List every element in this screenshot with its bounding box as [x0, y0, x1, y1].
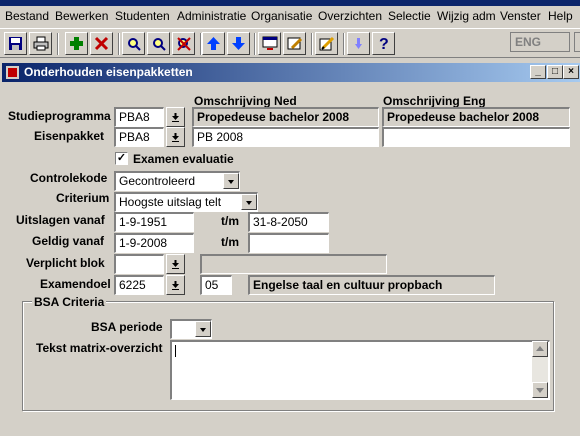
menu-studenten[interactable]: Studenten — [115, 9, 170, 23]
menu-overzichten[interactable]: Overzichten — [318, 9, 382, 23]
controlekode-value: Gecontroleerd — [119, 174, 196, 188]
menu-bestand[interactable]: Bestand — [5, 9, 49, 23]
tekst-matrix-textarea[interactable] — [170, 340, 550, 400]
verplicht-blok-desc-field — [200, 254, 387, 274]
verplicht-blok-lookup-button[interactable] — [166, 254, 185, 274]
arrow-down-bar-icon — [172, 132, 179, 142]
eisenpakket-ned-field[interactable]: PB 2008 — [192, 127, 379, 147]
menu-bar: Bestand Bewerken Studenten Administratie… — [0, 6, 580, 27]
preview-icon[interactable] — [258, 32, 281, 55]
save-icon[interactable] — [4, 32, 27, 55]
window-title: Onderhouden eisenpakketten — [24, 65, 193, 79]
find-icon[interactable] — [122, 32, 145, 55]
help-icon[interactable]: ? — [372, 32, 395, 55]
arrow-down-icon — [536, 388, 544, 393]
bsa-criteria-title: BSA Criteria — [32, 295, 107, 309]
uitslagen-tm-field[interactable]: 31-8-2050 — [248, 212, 329, 232]
chevron-down-icon[interactable] — [195, 321, 211, 337]
toolbar-separator — [311, 33, 313, 55]
window-title-bar: Onderhouden eisenpakketten _ □ × — [2, 63, 580, 82]
toolbar-separator — [57, 33, 59, 55]
toolbar-separator — [254, 33, 256, 55]
examendoel-lookup-button[interactable] — [166, 275, 185, 295]
chevron-down-icon[interactable] — [223, 173, 239, 189]
examendoel-code-field[interactable]: 6225 — [114, 275, 164, 295]
geldig-vanaf-field[interactable]: 1-9-2008 — [114, 233, 194, 253]
toolbar: ? — [0, 28, 580, 58]
header-omschrijving-ned: Omschrijving Ned — [194, 94, 297, 108]
studieprogramma-label: Studieprogramma — [8, 109, 111, 123]
uitslagen-vanaf-label: Uitslagen vanaf — [16, 213, 105, 227]
language-field[interactable]: ENG — [510, 32, 570, 52]
toolbar-separator — [118, 33, 120, 55]
examendoel-desc-field: Engelse taal en cultuur propbach — [248, 275, 495, 295]
studieprogramma-code-field[interactable]: PBA8 — [114, 107, 164, 127]
maximize-button[interactable]: □ — [547, 65, 563, 79]
examen-evaluatie-label: Examen evaluatie — [133, 152, 234, 166]
menu-wijzig-adm[interactable]: Wijzig adm — [437, 9, 496, 23]
uitslagen-tm-label: t/m — [221, 214, 239, 228]
arrow-down-bar-icon — [172, 280, 179, 290]
verplicht-blok-label: Verplicht blok — [26, 256, 105, 270]
toolbar-separator — [343, 33, 345, 55]
window-app-icon — [6, 66, 19, 79]
delete-record-icon[interactable] — [90, 32, 113, 55]
examen-evaluatie-checkbox[interactable]: ✓ — [115, 152, 128, 165]
clear-find-icon[interactable] — [172, 32, 195, 55]
verplicht-blok-field[interactable] — [114, 254, 164, 274]
arrow-up-icon — [536, 346, 544, 351]
eisenpakket-code-field[interactable]: PBA8 — [114, 127, 164, 147]
edit-form-icon[interactable] — [283, 32, 306, 55]
geldig-tm-label: t/m — [221, 235, 239, 249]
scroll-up-button[interactable] — [532, 341, 548, 357]
studieprogramma-ned-field: Propedeuse bachelor 2008 — [192, 107, 379, 127]
scroll-down-button[interactable] — [532, 382, 548, 398]
find-next-icon[interactable] — [147, 32, 170, 55]
pencil-icon[interactable] — [315, 32, 338, 55]
criterium-value: Hoogste uitslag telt — [119, 195, 222, 209]
arrow-down-bar-icon — [172, 112, 179, 122]
arrow-down-bar-icon — [172, 259, 179, 269]
menu-organisatie[interactable]: Organisatie — [251, 9, 312, 23]
tekst-matrix-label: Tekst matrix-overzicht — [36, 341, 163, 355]
eisenpakket-eng-field[interactable] — [382, 127, 570, 147]
studieprogramma-lookup-button[interactable] — [166, 107, 185, 127]
add-record-icon[interactable] — [65, 32, 88, 55]
text-caret — [175, 345, 176, 357]
criterium-label: Criterium — [56, 191, 110, 205]
chevron-down-icon[interactable] — [241, 194, 257, 210]
print-icon[interactable] — [29, 32, 52, 55]
minimize-button[interactable]: _ — [530, 65, 546, 79]
menu-bewerken[interactable]: Bewerken — [55, 9, 108, 23]
menu-administratie[interactable]: Administratie — [177, 9, 246, 23]
menu-help[interactable]: Help — [548, 9, 573, 23]
close-button[interactable]: × — [563, 65, 579, 79]
controlekode-select[interactable]: Gecontroleerd — [114, 171, 240, 191]
geldig-vanaf-label: Geldig vanaf — [32, 234, 105, 248]
studieprogramma-eng-field: Propedeuse bachelor 2008 — [382, 107, 570, 127]
examendoel-num-field[interactable]: 05 — [200, 275, 232, 295]
arrow-down-icon[interactable] — [227, 32, 250, 55]
eisenpakket-lookup-button[interactable] — [166, 127, 185, 147]
geldig-tm-field[interactable] — [248, 233, 329, 253]
textarea-scrollbar[interactable] — [532, 341, 548, 398]
language-field-extra[interactable] — [574, 32, 580, 52]
bsa-periode-select[interactable] — [170, 319, 212, 339]
menu-venster[interactable]: Venster — [500, 9, 541, 23]
eisenpakket-label: Eisenpakket — [34, 129, 105, 143]
examendoel-label: Examendoel — [40, 277, 111, 291]
sort-descending-icon[interactable] — [347, 32, 370, 55]
bsa-periode-label: BSA periode — [91, 320, 163, 334]
menu-selectie[interactable]: Selectie — [388, 9, 431, 23]
criterium-select[interactable]: Hoogste uitslag telt — [114, 192, 258, 212]
svg-text:?: ? — [379, 36, 389, 52]
arrow-up-icon[interactable] — [202, 32, 225, 55]
controlekode-label: Controlekode — [30, 171, 108, 185]
header-omschrijving-eng: Omschrijving Eng — [383, 94, 486, 108]
uitslagen-vanaf-field[interactable]: 1-9-1951 — [114, 212, 194, 232]
